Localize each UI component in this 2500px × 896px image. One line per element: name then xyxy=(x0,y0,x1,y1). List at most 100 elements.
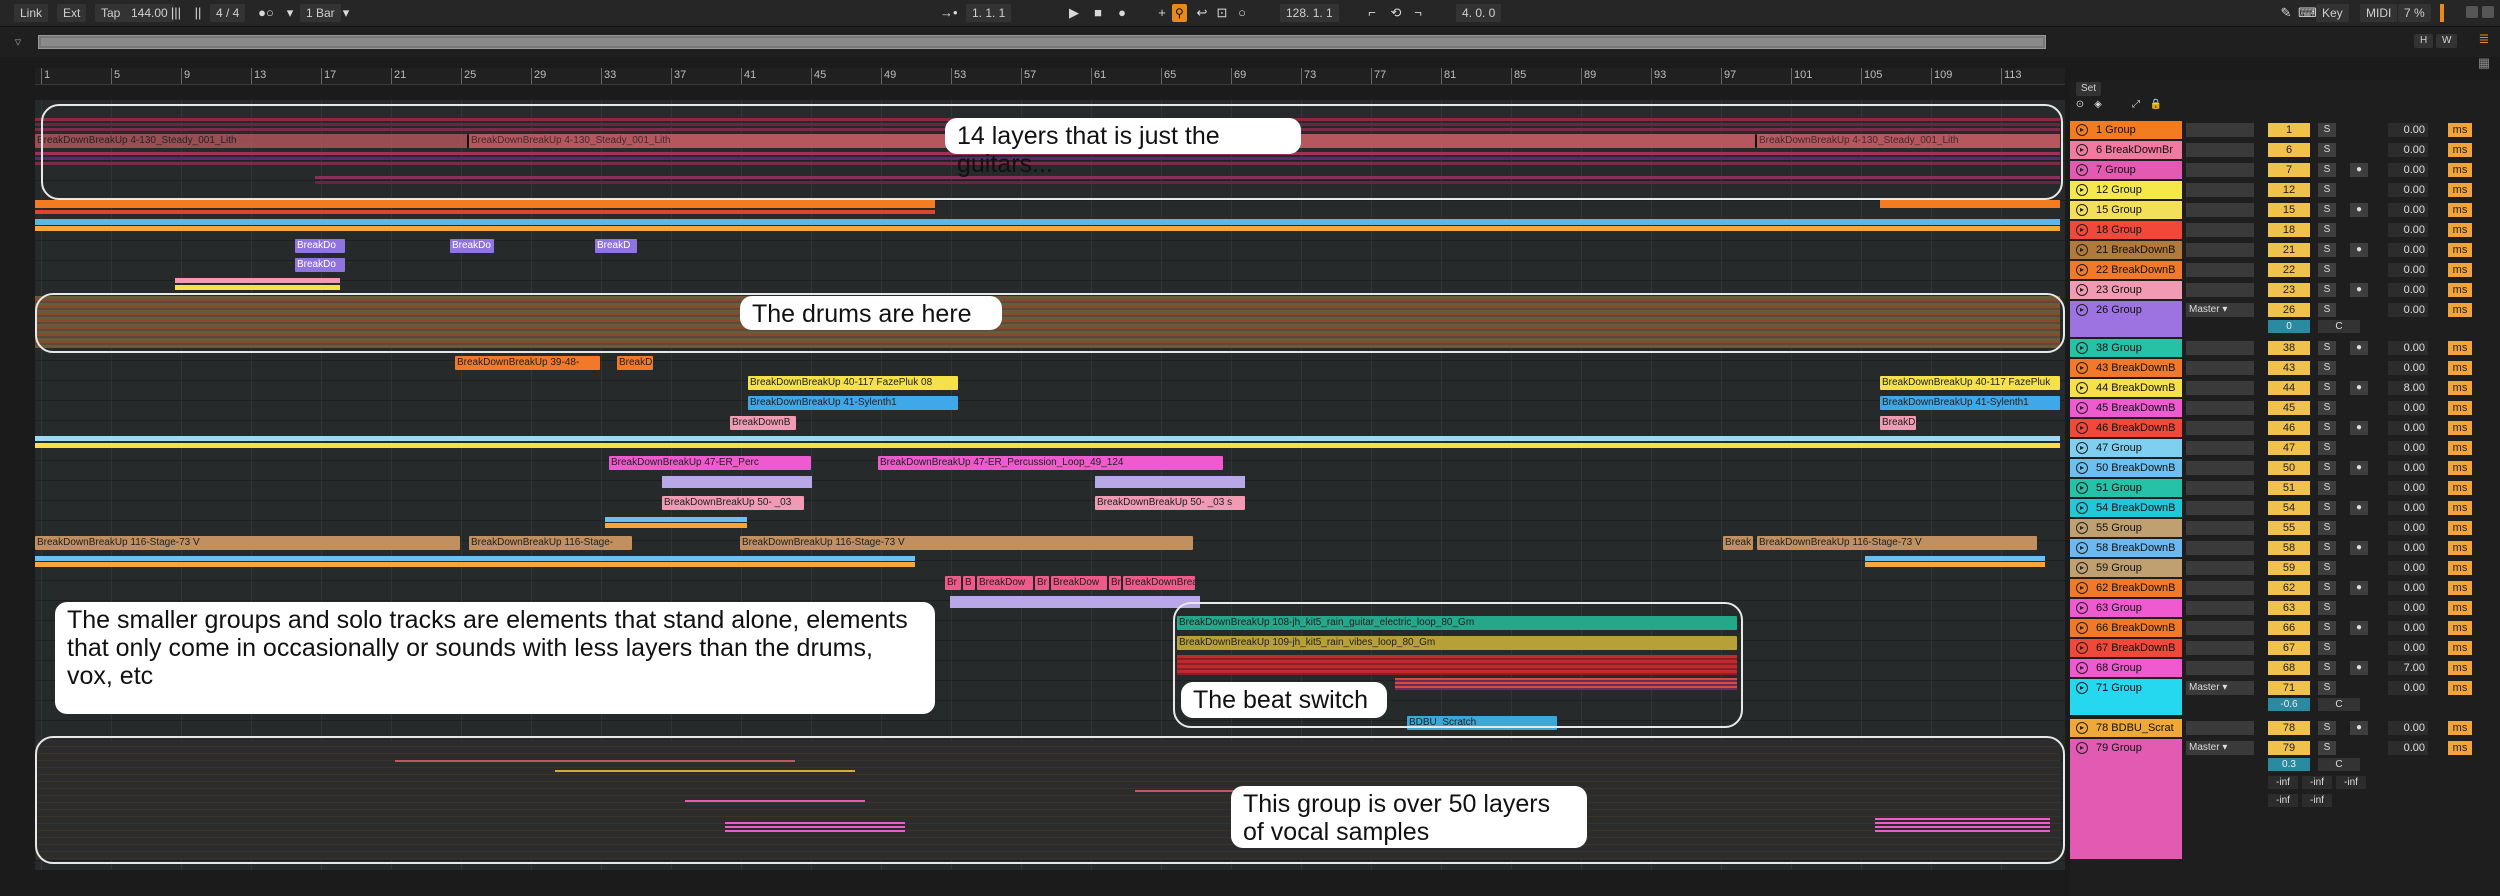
track-delay-field[interactable]: 0.00 xyxy=(2388,401,2428,415)
delay-unit-button[interactable]: ms xyxy=(2448,203,2472,217)
track-delay-field[interactable]: 0.00 xyxy=(2388,721,2428,735)
track-55-clip[interactable] xyxy=(605,517,747,522)
solo-button[interactable]: S xyxy=(2318,381,2336,395)
track-activator[interactable]: 43 xyxy=(2268,361,2310,375)
delay-unit-button[interactable]: ms xyxy=(2448,421,2472,435)
solo-button[interactable]: S xyxy=(2318,401,2336,415)
track-fold-icon[interactable]: ▸ xyxy=(2076,304,2088,316)
track-delay-field[interactable]: 0.00 xyxy=(2388,541,2428,555)
track-activator[interactable]: 51 xyxy=(2268,481,2310,495)
track-delay-field[interactable]: 0.00 xyxy=(2388,303,2428,317)
solo-button[interactable]: S xyxy=(2318,223,2336,237)
track-activator[interactable]: 1 xyxy=(2268,123,2310,137)
expand-icon[interactable]: ⤢ xyxy=(2128,97,2144,113)
output-routing[interactable] xyxy=(2186,621,2254,635)
solo-button[interactable]: S xyxy=(2318,123,2336,137)
lock-icon[interactable]: 🔒 xyxy=(2148,97,2164,113)
track-delay-field[interactable]: 0.00 xyxy=(2388,681,2428,695)
track-activator[interactable]: 22 xyxy=(2268,263,2310,277)
play-icon[interactable]: ▶ xyxy=(1066,5,1082,21)
track-activator[interactable]: 7 xyxy=(2268,163,2310,177)
track-activator[interactable]: 12 xyxy=(2268,183,2310,197)
track-title[interactable]: ▸ 12 Group xyxy=(2070,181,2182,199)
clip-54-b[interactable]: BreakDownBreakUp 50- _03 s xyxy=(1095,496,1245,510)
tempo-field[interactable]: 144.00 xyxy=(125,4,174,22)
solo-button[interactable]: S xyxy=(2318,501,2336,515)
track-title[interactable]: ▸ 18 Group xyxy=(2070,221,2182,239)
track-activator[interactable]: 79 xyxy=(2268,741,2310,755)
output-routing[interactable] xyxy=(2186,263,2254,277)
track-59-clip[interactable] xyxy=(1865,556,2045,561)
volume-field[interactable]: -0.6 xyxy=(2268,698,2310,711)
delay-unit-button[interactable]: ms xyxy=(2448,381,2472,395)
delay-unit-button[interactable]: ms xyxy=(2448,183,2472,197)
track-title[interactable]: ▸ 54 BreakDownB xyxy=(2070,499,2182,517)
clip-50-a[interactable]: BreakDownBreakUp 47-ER_Perc xyxy=(609,456,811,470)
clip-43-a[interactable]: BreakDownBreakUp 39-48- xyxy=(455,356,600,370)
delay-unit-button[interactable]: ms xyxy=(2448,581,2472,595)
clip-62-c[interactable]: BreakDow xyxy=(977,576,1033,590)
track-fold-icon[interactable]: ▸ xyxy=(2076,422,2088,434)
track-delay-field[interactable]: 0.00 xyxy=(2388,561,2428,575)
delay-unit-button[interactable]: ms xyxy=(2448,621,2472,635)
track-title[interactable]: ▸ 66 BreakDownB xyxy=(2070,619,2182,637)
track-fold-icon[interactable]: ▸ xyxy=(2076,742,2088,754)
punch-in-icon[interactable]: ⌐ xyxy=(1364,5,1380,21)
track-activator[interactable]: 50 xyxy=(2268,461,2310,475)
track-activator[interactable]: 68 xyxy=(2268,661,2310,675)
track-55-clip[interactable] xyxy=(605,523,747,528)
clip-44-a[interactable]: BreakDownBreakUp 40-117 FazePluk 08 xyxy=(748,376,958,390)
track-activator[interactable]: 54 xyxy=(2268,501,2310,515)
track-title[interactable]: ▸ 78 BDBU_Scrat xyxy=(2070,719,2182,737)
detail-toggle-icon[interactable]: ▦ xyxy=(2476,55,2492,71)
arm-all-icon[interactable]: ⊙ xyxy=(2072,97,2088,113)
delay-unit-button[interactable]: ms xyxy=(2448,123,2472,137)
tap-tempo-button[interactable]: Tap xyxy=(95,4,127,22)
track-delay-field[interactable]: 0.00 xyxy=(2388,521,2428,535)
track-activator[interactable]: 26 xyxy=(2268,303,2310,317)
track-delay-field[interactable]: 0.00 xyxy=(2388,621,2428,635)
clip-58-e[interactable]: BreakDownBreakUp 116-Stage-73 V xyxy=(1757,536,2037,550)
solo-button[interactable]: S xyxy=(2318,721,2336,735)
track-fold-icon[interactable]: ▸ xyxy=(2076,284,2088,296)
track-delay-field[interactable]: 0.00 xyxy=(2388,123,2428,137)
track-title[interactable]: ▸ 62 BreakDownB xyxy=(2070,579,2182,597)
delay-unit-button[interactable]: ms xyxy=(2448,263,2472,277)
track-activator[interactable]: 23 xyxy=(2268,283,2310,297)
midi-map-button[interactable]: MIDI xyxy=(2360,4,2398,22)
solo-button[interactable]: S xyxy=(2318,163,2336,177)
solo-button[interactable]: S xyxy=(2318,621,2336,635)
clip-62-g[interactable]: BreakDownBrea xyxy=(1123,576,1195,590)
key-map-button[interactable]: Key xyxy=(2316,4,2349,22)
track-delay-field[interactable]: 0.00 xyxy=(2388,341,2428,355)
solo-button[interactable]: S xyxy=(2318,421,2336,435)
track-delay-field[interactable]: 0.00 xyxy=(2388,741,2428,755)
track-delay-field[interactable]: 0.00 xyxy=(2388,461,2428,475)
clip-62-f[interactable]: Br xyxy=(1109,576,1121,590)
track-fold-icon[interactable]: ▸ xyxy=(2076,522,2088,534)
pan-field[interactable]: C xyxy=(2318,320,2360,333)
track-title[interactable]: ▸ 55 Group xyxy=(2070,519,2182,537)
output-routing[interactable] xyxy=(2186,223,2254,237)
track-delay-field[interactable]: 0.00 xyxy=(2388,183,2428,197)
output-routing[interactable] xyxy=(2186,641,2254,655)
output-routing[interactable] xyxy=(2186,441,2254,455)
delay-unit-button[interactable]: ms xyxy=(2448,541,2472,555)
track-59-clip[interactable] xyxy=(35,556,915,561)
clip-21-a[interactable]: BreakDo xyxy=(295,239,345,253)
arm-button[interactable]: ● xyxy=(2350,461,2368,475)
output-routing[interactable] xyxy=(2186,341,2254,355)
track-activator[interactable]: 62 xyxy=(2268,581,2310,595)
arm-button[interactable]: ● xyxy=(2350,621,2368,635)
output-routing[interactable] xyxy=(2186,661,2254,675)
delay-unit-button[interactable]: ms xyxy=(2448,143,2472,157)
track-63-clip[interactable] xyxy=(950,596,1200,608)
track-activator[interactable]: 55 xyxy=(2268,521,2310,535)
track-delay-field[interactable]: 0.00 xyxy=(2388,223,2428,237)
solo-button[interactable]: S xyxy=(2318,243,2336,257)
track-fold-icon[interactable]: ▸ xyxy=(2076,662,2088,674)
track-activator[interactable]: 44 xyxy=(2268,381,2310,395)
track-activator[interactable]: 21 xyxy=(2268,243,2310,257)
clip-45-b[interactable]: BreakDownBreakUp 41-Sylenth1 xyxy=(1880,396,2060,410)
delay-unit-button[interactable]: ms xyxy=(2448,601,2472,615)
